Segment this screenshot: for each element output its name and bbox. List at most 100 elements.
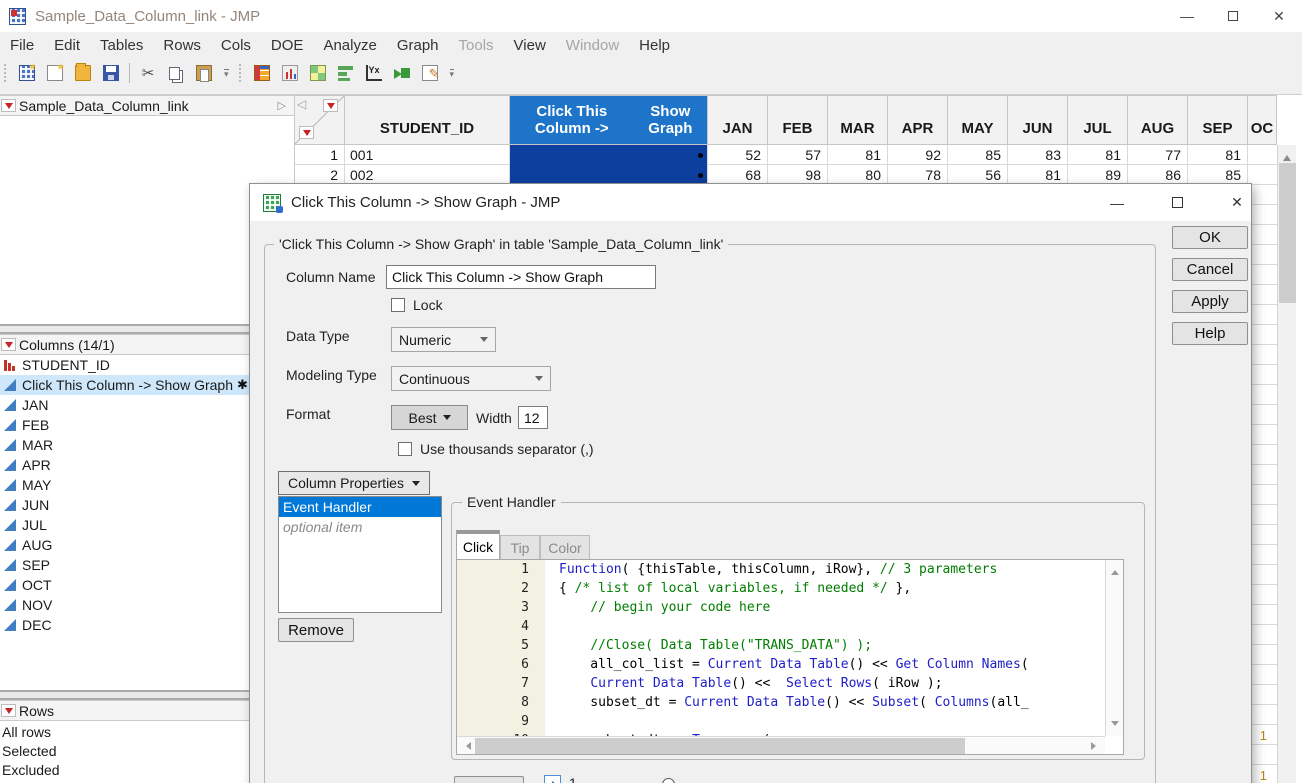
format-select[interactable]: Best <box>391 405 468 430</box>
toolbar-overflow-icon[interactable]: ▾ <box>224 68 229 78</box>
paste-icon[interactable] <box>192 61 216 85</box>
fit-y-by-x-icon[interactable]: Yx <box>362 61 386 85</box>
table-corner-cell[interactable]: ◁ <box>295 95 345 145</box>
scroll-right-icon[interactable] <box>1091 742 1100 750</box>
launch-analysis-icon[interactable] <box>390 61 414 85</box>
menu-item-doe[interactable]: DOE <box>261 32 314 58</box>
month-value-cell[interactable]: 68 <box>708 165 768 185</box>
column-header-sep[interactable]: SEP <box>1188 95 1248 145</box>
script-editor-icon[interactable] <box>418 61 442 85</box>
spinner-up-icon[interactable] <box>544 775 561 783</box>
student-id-cell[interactable]: 001 <box>345 145 510 165</box>
graph-builder-icon[interactable] <box>334 61 358 85</box>
editor-vertical-scrollbar[interactable] <box>1105 560 1123 736</box>
menu-item-tools[interactable]: Tools <box>449 32 504 58</box>
width-input[interactable] <box>518 406 548 429</box>
month-value-cell[interactable]: 81 <box>828 145 888 165</box>
code-lines[interactable]: Function( {thisTable, thisColumn, iRow},… <box>545 560 1105 736</box>
property-list-item[interactable]: Event Handler <box>279 497 441 517</box>
table-panel-header[interactable]: Sample_Data_Column_link ▷ <box>0 95 294 116</box>
tab-color[interactable]: Color <box>540 535 590 559</box>
month-value-cell[interactable]: 83 <box>1008 145 1068 165</box>
column-header-jul[interactable]: JUL <box>1068 95 1128 145</box>
month-value-cell[interactable]: 80 <box>828 165 888 185</box>
month-value-cell[interactable]: 85 <box>1188 165 1248 185</box>
dialog-close-icon[interactable]: ✕ <box>1215 184 1259 221</box>
columns-menu-icon[interactable] <box>323 99 338 112</box>
row-number-cell[interactable]: 1 <box>295 145 345 165</box>
copy-icon[interactable] <box>164 61 188 85</box>
dialog-minimize-icon[interactable]: — <box>1095 184 1139 221</box>
scroll-up-icon[interactable] <box>1111 566 1119 575</box>
maximize-icon[interactable] <box>1210 0 1256 32</box>
month-value-cell[interactable]: 77 <box>1128 145 1188 165</box>
rows-menu-icon[interactable] <box>299 126 314 139</box>
menu-item-help[interactable]: Help <box>629 32 680 58</box>
tab-click[interactable]: Click <box>456 530 500 559</box>
column-header-oc[interactable]: OC <box>1248 95 1277 145</box>
dialog-maximize-icon[interactable] <box>1155 184 1199 221</box>
menu-item-view[interactable]: View <box>504 32 556 58</box>
column-name-input[interactable] <box>386 265 656 289</box>
cut-icon[interactable]: ✂ <box>136 61 160 85</box>
menu-item-graph[interactable]: Graph <box>387 32 449 58</box>
collapse-left-icon[interactable]: ◁ <box>297 97 306 111</box>
month-value-cell[interactable]: 78 <box>888 165 948 185</box>
code-editor[interactable]: 12345678910 Function( {thisTable, thisCo… <box>456 559 1124 755</box>
menu-item-tables[interactable]: Tables <box>90 32 153 58</box>
column-header-may[interactable]: MAY <box>948 95 1008 145</box>
scroll-left-icon[interactable] <box>462 742 471 750</box>
menu-item-edit[interactable]: Edit <box>44 32 90 58</box>
new-journal-icon[interactable] <box>43 61 67 85</box>
property-list-item[interactable]: optional item <box>279 517 441 537</box>
window-grid-icon[interactable] <box>306 61 330 85</box>
month-value-cell[interactable]: 85 <box>948 145 1008 165</box>
data-table-icon[interactable] <box>250 61 274 85</box>
scroll-up-icon[interactable] <box>1283 151 1291 161</box>
column-properties-button[interactable]: Column Properties <box>278 471 430 495</box>
month-value-cell[interactable]: 92 <box>888 145 948 165</box>
editor-horizontal-scrollbar[interactable] <box>457 736 1105 754</box>
panel-expand-icon[interactable]: ▷ <box>278 99 286 112</box>
new-data-table-icon[interactable] <box>15 61 39 85</box>
menu-item-window[interactable]: Window <box>556 32 629 58</box>
lock-checkbox[interactable] <box>391 298 405 312</box>
menu-item-rows[interactable]: Rows <box>153 32 211 58</box>
row-number-cell[interactable]: 2 <box>295 165 345 185</box>
month-value-cell[interactable]: 81 <box>1188 145 1248 165</box>
month-value-cell[interactable]: 89 <box>1068 165 1128 185</box>
open-icon[interactable] <box>71 61 95 85</box>
column-header-aug[interactable]: AUG <box>1128 95 1188 145</box>
link-column-cell[interactable] <box>510 165 708 185</box>
close-icon[interactable]: ✕ <box>1256 0 1302 32</box>
column-header-jan[interactable]: JAN <box>708 95 768 145</box>
scroll-down-icon[interactable] <box>1111 721 1119 730</box>
menu-item-cols[interactable]: Cols <box>211 32 261 58</box>
red-triangle-icon[interactable] <box>1 99 16 112</box>
month-value-cell[interactable]: 56 <box>948 165 1008 185</box>
thousands-separator-checkbox[interactable] <box>398 442 412 456</box>
data-type-select[interactable]: Numeric <box>391 327 496 352</box>
vertical-scrollbar[interactable] <box>1277 145 1296 783</box>
distribution-icon[interactable] <box>278 61 302 85</box>
ok-button[interactable]: OK <box>1172 226 1248 249</box>
remove-button[interactable]: Remove <box>278 618 354 642</box>
menu-item-file[interactable]: File <box>0 32 44 58</box>
column-header-feb[interactable]: FEB <box>768 95 828 145</box>
month-value-cell[interactable]: 81 <box>1008 165 1068 185</box>
column-header-jun[interactable]: JUN <box>1008 95 1068 145</box>
month-value-cell[interactable]: 81 <box>1068 145 1128 165</box>
scrollbar-thumb[interactable] <box>1279 163 1296 303</box>
toolbar-overflow-icon[interactable]: ▾ <box>449 68 455 78</box>
month-value-cell[interactable]: 86 <box>1128 165 1188 185</box>
minimize-icon[interactable]: — <box>1164 0 1210 32</box>
tab-tip[interactable]: Tip <box>500 535 540 559</box>
student-id-cell[interactable]: 002 <box>345 165 510 185</box>
month-value-cell[interactable]: 52 <box>708 145 768 165</box>
apply-button[interactable]: Apply <box>1172 290 1248 313</box>
clipped-button[interactable] <box>454 776 524 783</box>
menu-item-analyze[interactable]: Analyze <box>313 32 386 58</box>
column-header-apr[interactable]: APR <box>888 95 948 145</box>
column-header-mar[interactable]: MAR <box>828 95 888 145</box>
help-button[interactable]: Help <box>1172 322 1248 345</box>
